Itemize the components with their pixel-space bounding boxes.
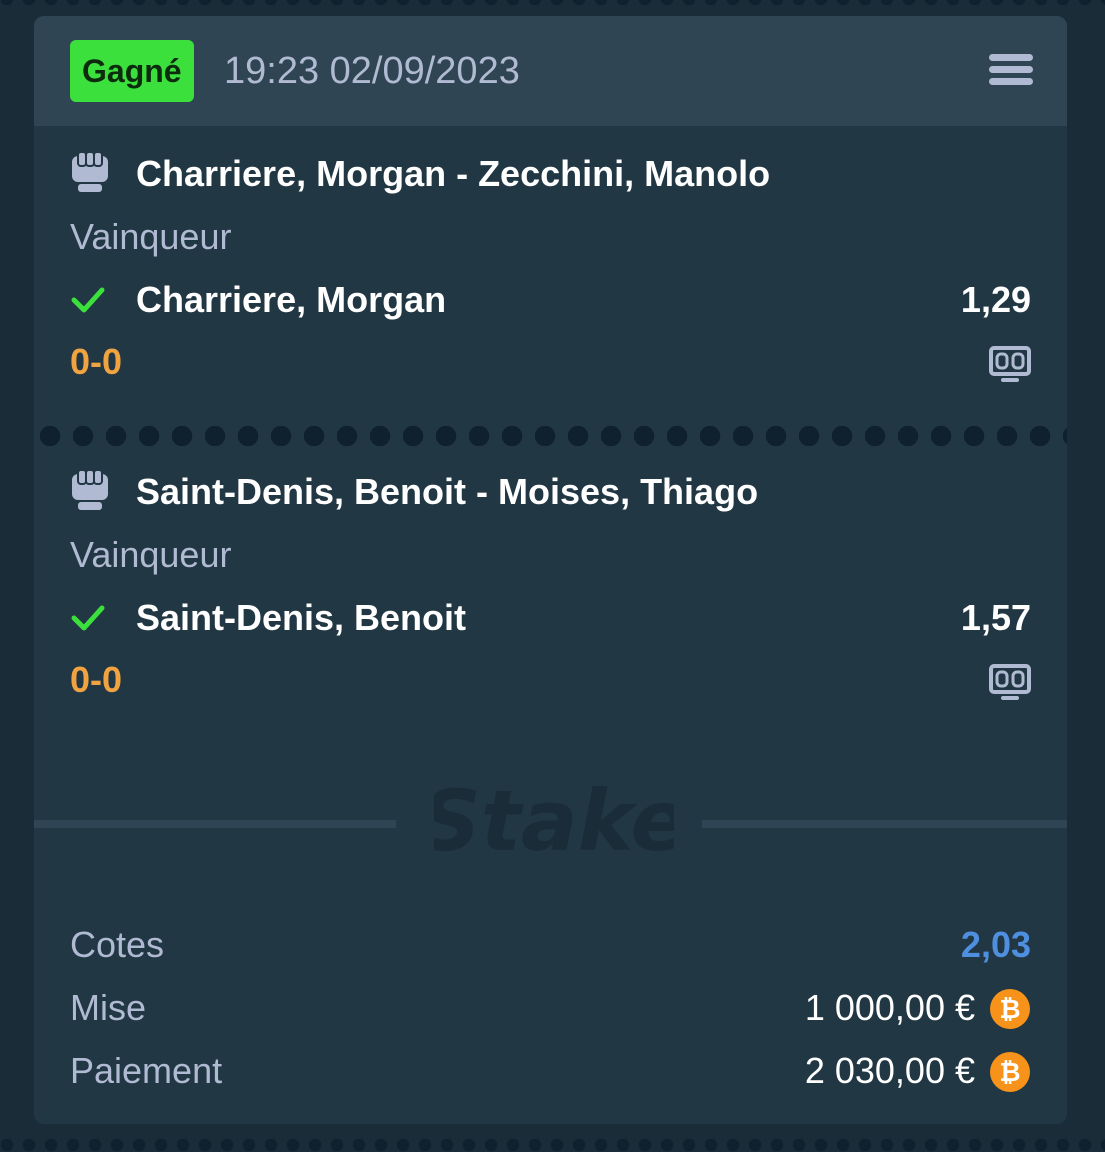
selection-name: Saint-Denis, Benoit [136,593,466,643]
status-badge: Gagné [70,40,194,102]
total-odds-value: 2,03 [961,920,1031,970]
scoreboard-icon[interactable] [989,664,1031,702]
check-icon [70,600,106,636]
logo-divider-right [702,820,1067,828]
svg-text:₿: ₿ [999,1058,1020,1088]
live-score: 0-0 [70,655,122,705]
leg-divider [40,426,1067,446]
total-odds-label: Cotes [70,920,164,970]
stake-logo: Stake [434,758,674,878]
event-title[interactable]: Charriere, Morgan - Zecchini, Manolo [136,149,770,199]
check-icon [70,282,106,318]
bitcoin-icon: ₿ [989,988,1031,1030]
fist-icon [70,468,110,512]
svg-text:₿: ₿ [999,995,1020,1025]
selection-name: Charriere, Morgan [136,275,446,325]
stake-amount: 1 000,00 € [805,983,975,1033]
bet-slip-header: Gagné 19:23 02/09/2023 [34,16,1067,126]
bet-datetime: 19:23 02/09/2023 [224,44,520,98]
stake-label: Mise [70,983,146,1033]
live-score: 0-0 [70,337,122,387]
market-name: Vainqueur [70,212,231,262]
market-name: Vainqueur [70,530,231,580]
bet-slip-card: Gagné 19:23 02/09/2023 Charriere, Morgan… [34,16,1067,1124]
scoreboard-icon[interactable] [989,346,1031,384]
event-title[interactable]: Saint-Denis, Benoit - Moises, Thiago [136,467,758,517]
payout-label: Paiement [70,1046,222,1096]
payout-amount: 2 030,00 € [805,1046,975,1096]
fist-icon [70,150,110,194]
menu-icon[interactable] [989,54,1033,88]
leg-odds: 1,29 [961,275,1031,325]
ticket-bottom-edge [0,1138,1105,1152]
logo-divider-left [34,820,396,828]
leg-odds: 1,57 [961,593,1031,643]
ticket-top-edge [0,0,1105,6]
svg-text:Stake: Stake [434,772,674,870]
bitcoin-icon: ₿ [989,1051,1031,1093]
